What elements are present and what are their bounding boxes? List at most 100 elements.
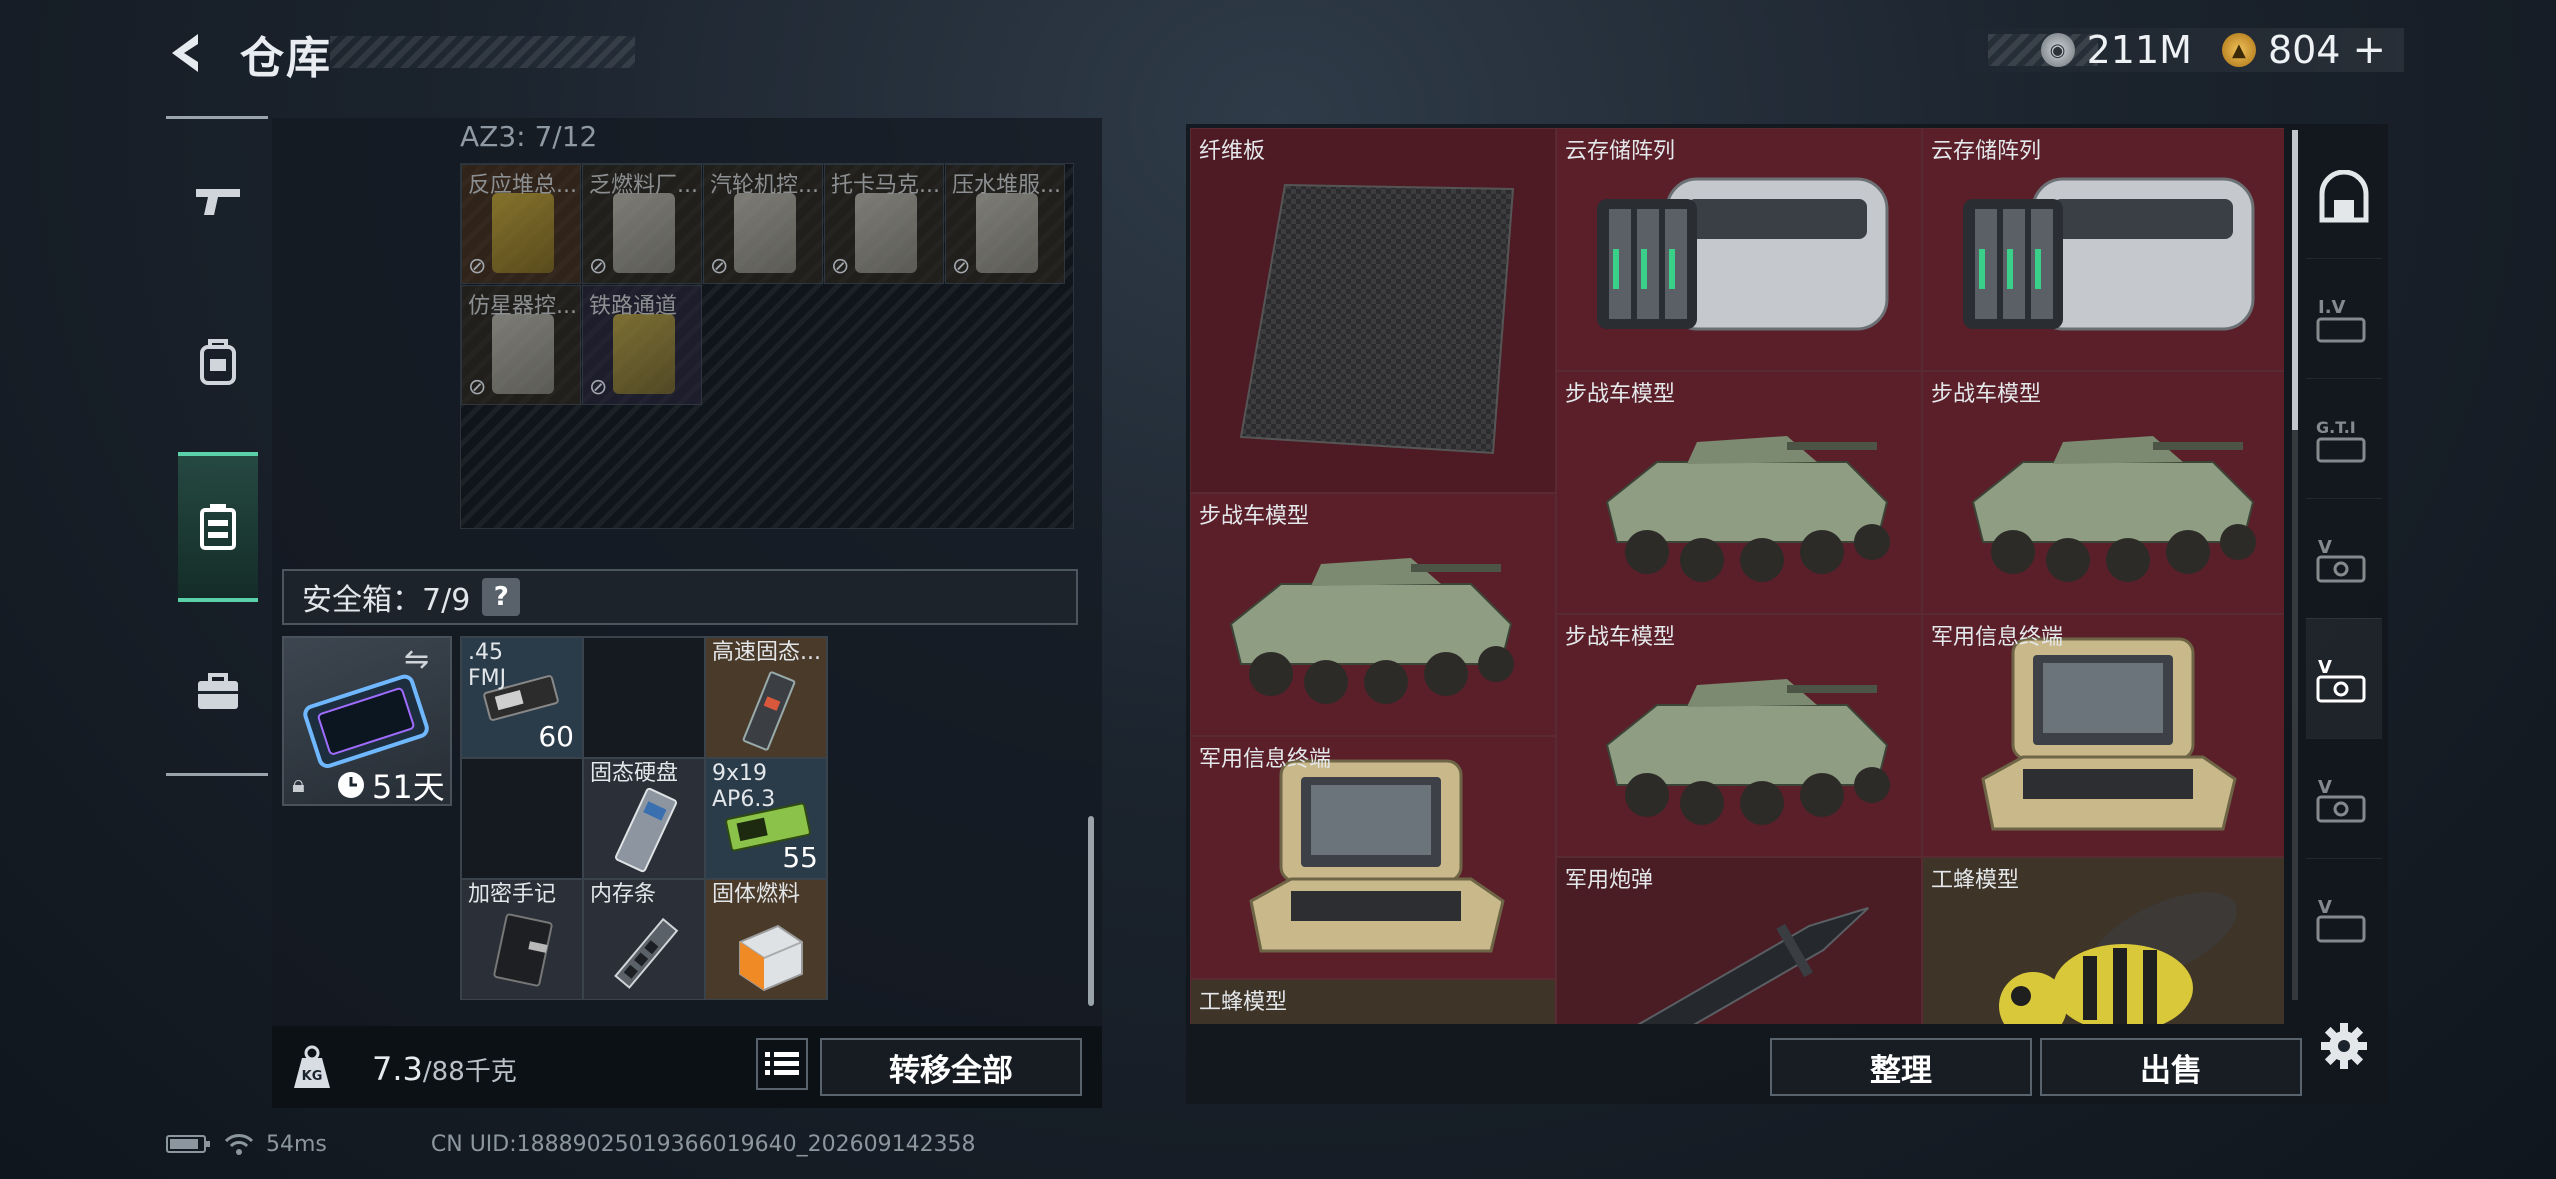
swap-icon[interactable]: ⇋ xyxy=(404,642,429,677)
uid-text: CN UID:1888902501936601964​0_20260914235… xyxy=(430,1131,976,1157)
svg-text:V: V xyxy=(2318,777,2332,798)
az3-capacity-label: AZ3: 7/12 xyxy=(460,120,598,153)
tab-safe[interactable] xyxy=(2306,138,2382,258)
ifv-model-icon xyxy=(1605,679,1890,825)
safebox-item-name: 固态硬盘 xyxy=(590,761,679,786)
stash-item[interactable]: 步战车模型 xyxy=(1556,614,1922,857)
briefcase-icon xyxy=(198,673,238,709)
ssd-icon xyxy=(742,671,796,751)
stash-item-name: 军用炮弹 xyxy=(1565,868,1654,893)
transfer-all-button[interactable]: 转移全部 xyxy=(820,1038,1082,1096)
stash-item[interactable]: 工蜂模型 xyxy=(1190,979,1556,1024)
settings-button[interactable] xyxy=(2316,1018,2372,1074)
left-scrollbar[interactable] xyxy=(1088,816,1094,1006)
stash-item[interactable]: 步战车模型 xyxy=(1922,371,2284,614)
lock-icon: 🔒︎ xyxy=(292,770,305,798)
safebox-item[interactable]: 固体燃料 xyxy=(705,879,827,1000)
keycard-icon xyxy=(492,193,554,273)
svg-text:G.T.I: G.T.I xyxy=(2316,418,2356,437)
az3-item-name: 反应堆总... xyxy=(468,173,577,198)
safebox-item-name: 高速固态... xyxy=(712,640,821,665)
help-button[interactable]: ? xyxy=(482,578,521,616)
stash-item[interactable]: 云存储阵列 xyxy=(1922,128,2284,371)
list-view-button[interactable] xyxy=(756,1038,808,1090)
weight-readout: 7.3/88千克 xyxy=(372,1050,517,1088)
gear-icon xyxy=(2321,1023,2367,1069)
no-drop-icon: ⊘ xyxy=(710,254,729,279)
tab-gti-icon: G.T.I xyxy=(2316,418,2366,462)
stash-item[interactable]: 纤维板 xyxy=(1190,128,1556,493)
tab-gti[interactable]: G.T.I xyxy=(2306,378,2382,498)
silver-coin-icon: ◉ xyxy=(2040,33,2075,67)
nav-item-briefcase[interactable] xyxy=(178,616,258,766)
az3-item[interactable]: 托卡马克... ⊘ xyxy=(824,164,944,284)
stash-item-name: 步战车模型 xyxy=(1199,504,1310,529)
stash-item[interactable]: 军用信息终端 xyxy=(1922,614,2284,857)
pistol-icon xyxy=(196,189,240,215)
back-button[interactable] xyxy=(160,26,214,80)
worker-bee-model-icon xyxy=(1999,892,2237,1024)
tab-v4[interactable]: V xyxy=(2306,858,2382,978)
weight-current: 7.3 xyxy=(372,1050,423,1088)
clock-icon xyxy=(338,772,364,798)
tab-v-icon: V xyxy=(2316,657,2366,702)
stash-item[interactable]: 军用炮弹 xyxy=(1556,857,1922,1024)
tab-v-icon: V xyxy=(2316,777,2366,822)
stash-item[interactable]: 云存储阵列 xyxy=(1556,128,1922,371)
tab-iv-icon: I.V xyxy=(2316,297,2366,342)
stash-item-name: 军用信息终端 xyxy=(1931,625,2064,650)
tab-v3[interactable]: V xyxy=(2306,738,2382,858)
no-drop-icon: ⊘ xyxy=(468,375,487,400)
safebox-item[interactable]: 加密手记 xyxy=(461,879,583,1000)
stash-item[interactable]: 步战车模型 xyxy=(1190,493,1556,736)
ram-stick-icon xyxy=(614,917,679,989)
safebox-item[interactable]: 固态硬盘 xyxy=(583,758,705,879)
stash-scrollbar-thumb[interactable] xyxy=(2292,130,2298,430)
stash-item[interactable]: 军用信息终端 xyxy=(1190,736,1556,979)
stash-item[interactable]: 步战车模型 xyxy=(1556,371,1922,614)
az3-item[interactable]: 乏燃料厂... ⊘ xyxy=(582,164,702,284)
safebox-slot-empty[interactable] xyxy=(461,758,583,879)
az3-item[interactable]: 压水堆服... ⊘ xyxy=(945,164,1065,284)
svg-text:V: V xyxy=(2318,537,2332,558)
ifv-model-icon xyxy=(1229,558,1514,704)
az3-item[interactable]: 汽轮机控... ⊘ xyxy=(703,164,823,284)
stash-item-name: 工蜂模型 xyxy=(1199,990,1288,1015)
keycard-icon xyxy=(492,314,554,394)
stash-item[interactable]: 工蜂模型 xyxy=(1922,857,2284,1024)
az3-item[interactable]: 反应堆总... ⊘ xyxy=(461,164,581,284)
az3-item[interactable]: 铁路通道 ⊘ xyxy=(582,285,702,405)
safebox-capacity-label: 安全箱：7/9 xyxy=(302,583,471,618)
nav-item-safebox[interactable] xyxy=(178,452,258,602)
keycard-icon xyxy=(734,193,796,273)
nav-item-weapons[interactable] xyxy=(178,126,258,276)
nav-divider xyxy=(166,773,268,776)
safe-door-icon xyxy=(2319,170,2369,223)
page-title-text: 仓库 xyxy=(240,33,332,84)
nav-item-backpack[interactable] xyxy=(178,286,258,436)
safebox-item[interactable]: 高速固态... xyxy=(705,637,827,758)
stash-tabs: I.V G.T.I V V V V xyxy=(2306,128,2382,988)
sort-button[interactable]: 整理 xyxy=(1770,1038,2032,1096)
military-terminal-icon xyxy=(1981,637,2237,831)
wifi-icon xyxy=(224,1134,254,1155)
tab-iv[interactable]: I.V xyxy=(2306,258,2382,378)
safebox-slot-empty[interactable] xyxy=(583,637,705,758)
no-drop-icon: ⊘ xyxy=(589,254,608,279)
sell-button[interactable]: 出售 xyxy=(2040,1038,2302,1096)
stash-item-name: 步战车模型 xyxy=(1931,382,2042,407)
keycard-icon xyxy=(613,314,675,394)
safebox-grid: .45 FMJ 60 高速固态... 固态硬盘 9x19 AP6.3 55 加密… xyxy=(460,636,828,1000)
safebox-item[interactable]: .45 FMJ 60 xyxy=(461,637,583,758)
solid-fuel-icon xyxy=(739,924,803,992)
safebox-item[interactable]: 9x19 AP6.3 55 xyxy=(705,758,827,879)
add-gold-button[interactable]: + xyxy=(2352,27,2386,73)
safebox-item[interactable]: 内存条 xyxy=(583,879,705,1000)
gold-coin-icon: ▲ xyxy=(2221,33,2256,67)
tab-v1[interactable]: V xyxy=(2306,498,2382,618)
safebox-days-text: 51天 xyxy=(372,768,445,806)
tab-v2[interactable]: V xyxy=(2306,618,2382,738)
svg-text:V: V xyxy=(2318,657,2332,678)
no-drop-icon: ⊘ xyxy=(831,254,850,279)
az3-item[interactable]: 仿星器控... ⊘ xyxy=(461,285,581,405)
